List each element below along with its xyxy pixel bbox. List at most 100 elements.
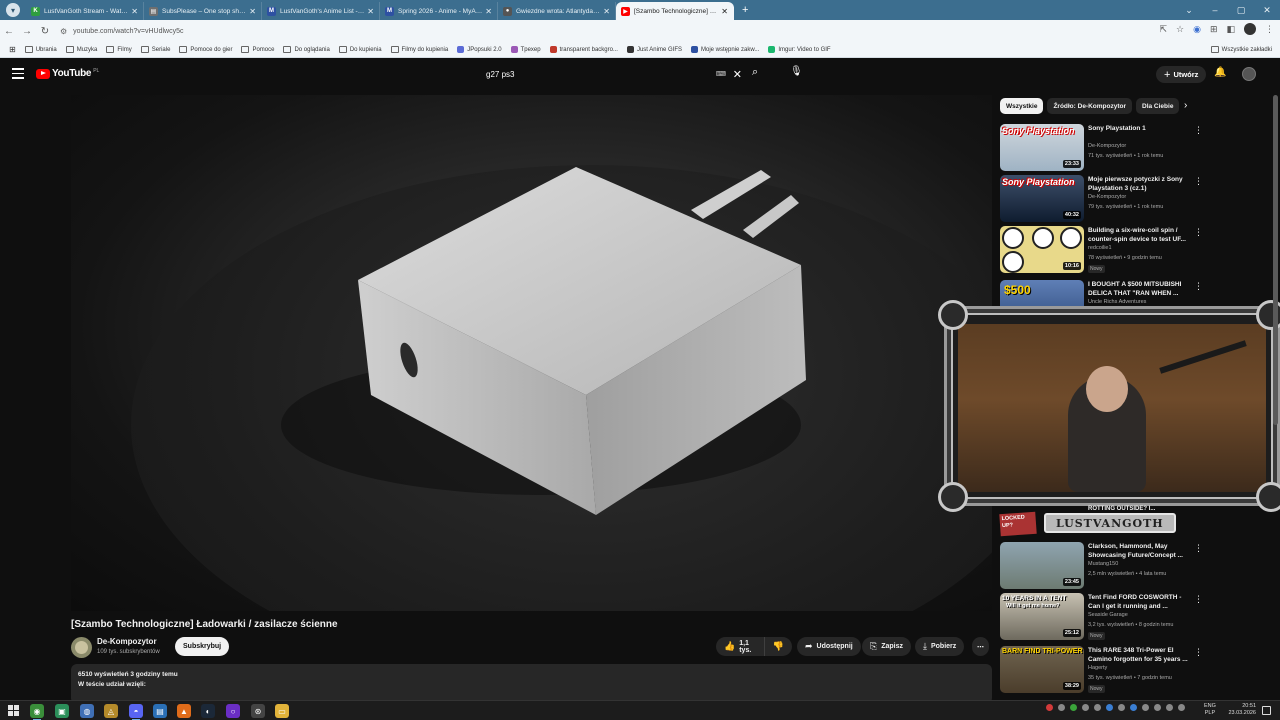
share-button[interactable]: ➦ Udostępnij — [797, 637, 861, 656]
microphone-icon[interactable]: 🎙 — [790, 66, 803, 79]
save-button[interactable]: ⎘ Zapisz — [862, 637, 911, 656]
recommended-channel[interactable]: Uncle Richs Adventures — [1088, 299, 1146, 305]
more-options-icon[interactable]: ⋮ — [1194, 125, 1203, 136]
language-indicator[interactable]: ENG PLP — [1204, 703, 1216, 717]
like-button[interactable]: 👍 1,1 tys. — [716, 637, 765, 656]
close-icon[interactable]: ✕ — [1254, 5, 1280, 16]
recommended-video[interactable]: 23:45 Clarkson, Hammond, May Showcasing F… — [1000, 542, 1203, 590]
recommended-channel[interactable]: Seaside Garage — [1088, 612, 1128, 618]
subscribe-button[interactable]: Subskrybuj — [175, 637, 230, 656]
bookmark-item[interactable]: Filmy do kupienia — [390, 46, 448, 53]
browser-tab[interactable]: ▤ SubsPlease – One stop shop fo...✕ — [144, 2, 262, 20]
site-info-icon[interactable]: ⚙ — [60, 27, 67, 36]
more-options-icon[interactable]: ⋮ — [1194, 543, 1203, 554]
recommended-video[interactable]: 10:16 Building a six-wire-coil spin / cou… — [1000, 226, 1203, 274]
video-thumbnail[interactable]: BARN FIND TRI-POWER 38:29 — [1000, 646, 1084, 693]
notification-center-icon[interactable] — [1262, 706, 1271, 715]
more-options-icon[interactable]: ⋮ — [1194, 227, 1203, 238]
tray-icon[interactable] — [1106, 704, 1113, 711]
create-button[interactable]: + Utwórz — [1156, 66, 1207, 83]
recommended-channel[interactable]: De-Kompozytor — [1088, 143, 1126, 149]
chevron-right-icon[interactable]: › — [1184, 100, 1187, 111]
youtube-logo[interactable]: YouTube PL — [36, 68, 99, 79]
chevron-down-icon[interactable]: ⌄ — [1176, 5, 1202, 16]
chrome-icon[interactable]: ◉ — [30, 704, 44, 720]
star-icon[interactable]: ☆ — [1176, 24, 1184, 35]
all-bookmarks[interactable]: Wszystkie zakładki — [1210, 46, 1272, 53]
bookmark-item[interactable]: Muzyka — [65, 46, 97, 53]
address-bar[interactable]: ⚙ youtube.com/watch?v=vHUdlwcy5c — [60, 23, 1160, 39]
account-avatar[interactable] — [1242, 67, 1256, 81]
forward-icon[interactable]: → — [18, 26, 36, 37]
bookmark-item[interactable]: Do kupienia — [338, 46, 382, 53]
more-actions-button[interactable]: ⋯ — [972, 637, 989, 656]
maximize-icon[interactable]: ▢ — [1228, 5, 1254, 16]
video-thumbnail[interactable]: 40:32 — [1000, 175, 1084, 222]
tray-icon[interactable] — [1058, 704, 1065, 711]
more-options-icon[interactable]: ⋮ — [1194, 281, 1203, 292]
download-button[interactable]: ⤓ Pobierz — [915, 637, 965, 656]
browser-app-icon[interactable]: ◍ — [80, 704, 94, 718]
profile-avatar[interactable] — [1244, 23, 1256, 35]
recommended-video[interactable]: BARN FIND TRI-POWER 38:29 This RARE 348 Tr… — [1000, 646, 1203, 694]
bookmark-item[interactable]: Moje wstępnie zakw... — [690, 46, 759, 53]
extension-icon[interactable]: ◉ — [1193, 24, 1201, 35]
browser-tab[interactable]: M LustVanGoth's Anime List - My... ✕ — [262, 2, 380, 20]
tab-search-icon[interactable]: ▾ — [6, 3, 20, 17]
bookmark-item[interactable]: Pomoce do gier — [179, 46, 232, 53]
recommended-video[interactable]: 10 YEARS IN A TENT Will it get me home? 25… — [1000, 593, 1203, 641]
recommended-video[interactable]: 23:33 Sony Playstation 1 De-Kompozytor 71 t… — [1000, 124, 1203, 172]
tray-icon[interactable] — [1094, 704, 1101, 711]
recommended-channel[interactable]: redcoilie1 — [1088, 245, 1112, 251]
notifications-icon[interactable]: 🔔 — [1214, 67, 1226, 78]
app-icon[interactable]: ▤ — [153, 704, 167, 718]
tab-close-icon[interactable]: ✕ — [603, 7, 610, 16]
channel-avatar[interactable] — [71, 637, 92, 658]
recommended-channel[interactable]: Mustang150 — [1088, 561, 1118, 567]
recommended-channel[interactable]: Hagerty — [1088, 665, 1107, 671]
video-thumbnail[interactable]: 10 YEARS IN A TENT Will it get me home? 25… — [1000, 593, 1084, 640]
new-tab-icon[interactable]: + — [742, 4, 748, 16]
split-icon[interactable]: ◧ — [1226, 24, 1235, 35]
tray-icon[interactable] — [1130, 704, 1137, 711]
tray-icon[interactable] — [1166, 704, 1173, 711]
obs-icon[interactable]: ⊛ — [251, 704, 265, 718]
menu-icon[interactable] — [12, 68, 24, 82]
tray-icon[interactable] — [1070, 704, 1077, 711]
tab-close-icon[interactable]: ✕ — [367, 7, 374, 16]
bookmark-item[interactable]: Just Anime GIFS — [626, 46, 682, 53]
discord-icon[interactable]: ◓ — [129, 704, 143, 720]
tray-icon[interactable] — [1142, 704, 1149, 711]
tray-icon[interactable] — [1046, 704, 1053, 711]
browser-tab[interactable]: ● Gwiezdne wrota: Atlantyda / St...✕ — [498, 2, 616, 20]
filter-chip[interactable]: Dla Ciebie — [1136, 98, 1180, 114]
more-options-icon[interactable]: ⋮ — [1194, 647, 1203, 658]
search-icon[interactable]: ⌕ — [752, 66, 758, 79]
puzzle-icon[interactable]: ⊞ — [1210, 24, 1218, 35]
channel-name[interactable]: De-Kompozytor — [97, 637, 157, 646]
apps-icon[interactable]: ⊞ — [9, 45, 16, 54]
reload-icon[interactable]: ↻ — [36, 26, 54, 37]
recommended-channel[interactable]: De-Kompozytor — [1088, 194, 1126, 200]
tray-icon[interactable] — [1082, 704, 1089, 711]
app-icon[interactable]: ○ — [226, 704, 240, 718]
bookmark-item[interactable]: Ubrania — [24, 46, 57, 53]
tray-icon[interactable] — [1118, 704, 1125, 711]
bookmark-item[interactable]: transparent backgro... — [549, 46, 618, 53]
tab-close-icon[interactable]: ✕ — [131, 7, 138, 16]
clear-search-icon[interactable]: ✕ — [733, 68, 742, 81]
description-box[interactable]: 6510 wyświetleń 3 godziny temu W teście … — [71, 664, 992, 704]
recommended-video[interactable]: 40:32 Moje pierwsze potyczki z Sony Plays… — [1000, 175, 1203, 223]
dislike-button[interactable]: 👎 — [765, 641, 792, 652]
keyboard-icon[interactable]: ⌨ — [716, 70, 726, 78]
app-icon[interactable]: ◬ — [104, 704, 118, 718]
browser-tab[interactable]: M Spring 2026 - Anime - MyAnim... ✕ — [380, 2, 498, 20]
tray-icon[interactable] — [1178, 704, 1185, 711]
search-input[interactable]: g27 ps3 ⌨ ✕ — [478, 64, 750, 84]
scrollbar[interactable] — [1273, 95, 1278, 425]
video-player[interactable] — [71, 95, 992, 611]
bookmark-item[interactable]: Filmy — [106, 46, 132, 53]
more-options-icon[interactable]: ⋮ — [1194, 594, 1203, 605]
filter-chip[interactable]: Wszystkie — [1000, 98, 1044, 114]
filter-chip[interactable]: Źródło: De-Kompozytor — [1047, 98, 1133, 114]
